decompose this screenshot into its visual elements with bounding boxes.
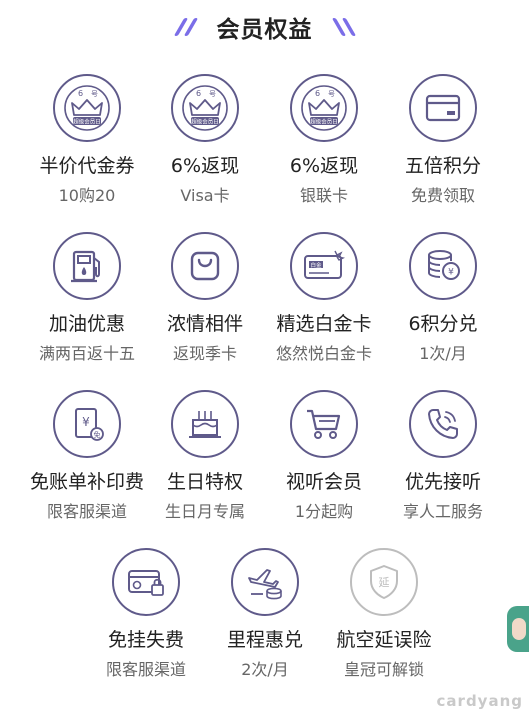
benefit-label: 免账单补印费 <box>29 471 144 493</box>
benefit-priority-answer[interactable]: 优先接听 享人工服务 <box>378 390 508 522</box>
avatar-icon <box>512 618 526 640</box>
benefit-sub: 1分起购 <box>294 502 354 521</box>
svg-text:号: 号 <box>328 90 335 98</box>
benefit-sub: 返现季卡 <box>172 344 237 363</box>
watermark: cardyang <box>436 692 523 710</box>
benefit-streaming-membership[interactable]: 视听会员 1分起购 <box>259 390 389 522</box>
benefit-sub: 皇冠可解锁 <box>343 660 424 679</box>
card-lock-icon <box>112 548 180 616</box>
benefit-sub: 1次/月 <box>419 344 467 363</box>
benefit-half-price-voucher[interactable]: 6 号 超级会员日 半价代金券 10购20 <box>22 74 152 206</box>
benefit-label: 航空延误险 <box>336 629 432 651</box>
svg-text:超级会员日: 超级会员日 <box>191 118 219 126</box>
svg-text:6: 6 <box>78 89 83 98</box>
benefit-fuel-discount[interactable]: 加油优惠 满两百返十五 <box>22 232 152 364</box>
benefit-companion[interactable]: 浓情相伴 返现季卡 <box>140 232 270 364</box>
benefit-sub: 10购20 <box>58 186 116 205</box>
coins-icon: ¥ <box>409 232 477 300</box>
section-title: 会员权益 <box>216 17 313 43</box>
benefit-sub: Visa卡 <box>180 186 230 205</box>
benefit-sub: 限客服渠道 <box>46 502 127 521</box>
benefit-label: 优先接听 <box>404 471 481 493</box>
bill-icon: ¥ 免 <box>53 390 121 458</box>
svg-text:¥: ¥ <box>448 268 454 278</box>
svg-text:¥: ¥ <box>82 415 90 429</box>
benefit-label: 免挂失费 <box>107 629 184 651</box>
phone-icon <box>409 390 477 458</box>
benefit-label: 6%返现 <box>170 155 240 177</box>
svg-text:超级会员日: 超级会员日 <box>73 118 101 126</box>
benefit-platinum-card[interactable]: 白金 精选白金卡 悠然悦白金卡 <box>259 232 389 364</box>
benefit-bill-reprint[interactable]: ¥ 免 免账单补印费 限客服渠道 <box>22 390 152 522</box>
svg-text:6: 6 <box>196 89 201 98</box>
benefit-birthday[interactable]: 生日特权 生日月专属 <box>140 390 270 522</box>
svg-text:超级会员日: 超级会员日 <box>310 118 338 126</box>
shield-icon: 延 <box>350 548 418 616</box>
svg-text:免: 免 <box>94 430 101 439</box>
benefit-sub: 生日月专属 <box>164 502 245 521</box>
floating-support-avatar[interactable] <box>507 606 529 652</box>
cart-icon <box>290 390 358 458</box>
benefit-mileage-redeem[interactable]: 里程惠兑 2次/月 <box>200 548 330 680</box>
svg-text:号: 号 <box>209 90 216 98</box>
benefit-loss-report-free[interactable]: 免挂失费 限客服渠道 <box>81 548 211 680</box>
benefit-sub: 悠然悦白金卡 <box>275 344 372 363</box>
plane-coins-icon <box>231 548 299 616</box>
svg-text:号: 号 <box>91 90 98 98</box>
benefit-label: 里程惠兑 <box>226 629 303 651</box>
benefit-flight-delay-insurance[interactable]: 延 航空延误险 皇冠可解锁 <box>319 548 449 680</box>
benefit-label: 加油优惠 <box>48 313 125 335</box>
benefit-label: 浓情相伴 <box>166 313 243 335</box>
decor-slashes-left <box>173 18 198 36</box>
benefit-label: 五倍积分 <box>404 155 481 177</box>
svg-text:延: 延 <box>379 576 390 589</box>
benefit-sub: 限客服渠道 <box>105 660 186 679</box>
benefit-sub: 银联卡 <box>299 186 348 205</box>
gas-pump-icon <box>53 232 121 300</box>
benefit-label: 生日特权 <box>166 471 243 493</box>
shopping-bag-icon <box>171 232 239 300</box>
benefit-five-times-points[interactable]: 五倍积分 免费领取 <box>378 74 508 206</box>
cake-icon <box>171 390 239 458</box>
decor-slashes-right <box>331 18 356 36</box>
crown-badge-icon: 6 号 超级会员日 <box>171 74 239 142</box>
benefit-sub: 满两百返十五 <box>38 344 135 363</box>
crown-badge-icon: 6 号 超级会员日 <box>290 74 358 142</box>
section-header: 会员权益 <box>0 6 529 48</box>
benefit-points-redeem[interactable]: ¥ 6积分兑 1次/月 <box>378 232 508 364</box>
svg-text:白金: 白金 <box>310 261 322 269</box>
benefit-label: 精选白金卡 <box>276 313 372 335</box>
card-icon <box>409 74 477 142</box>
benefit-sub: 2次/月 <box>241 660 289 679</box>
benefit-label: 6%返现 <box>289 155 359 177</box>
benefit-unionpay-cashback[interactable]: 6 号 超级会员日 6%返现 银联卡 <box>259 74 389 206</box>
svg-text:6: 6 <box>315 89 320 98</box>
benefit-visa-cashback[interactable]: 6 号 超级会员日 6%返现 Visa卡 <box>140 74 270 206</box>
benefit-label: 半价代金券 <box>39 155 135 177</box>
benefit-label: 视听会员 <box>285 471 362 493</box>
crown-badge-icon: 6 号 超级会员日 <box>53 74 121 142</box>
benefit-sub: 享人工服务 <box>402 502 483 521</box>
benefit-label: 6积分兑 <box>408 313 478 335</box>
platinum-card-icon: 白金 <box>290 232 358 300</box>
benefit-sub: 免费领取 <box>410 186 475 205</box>
